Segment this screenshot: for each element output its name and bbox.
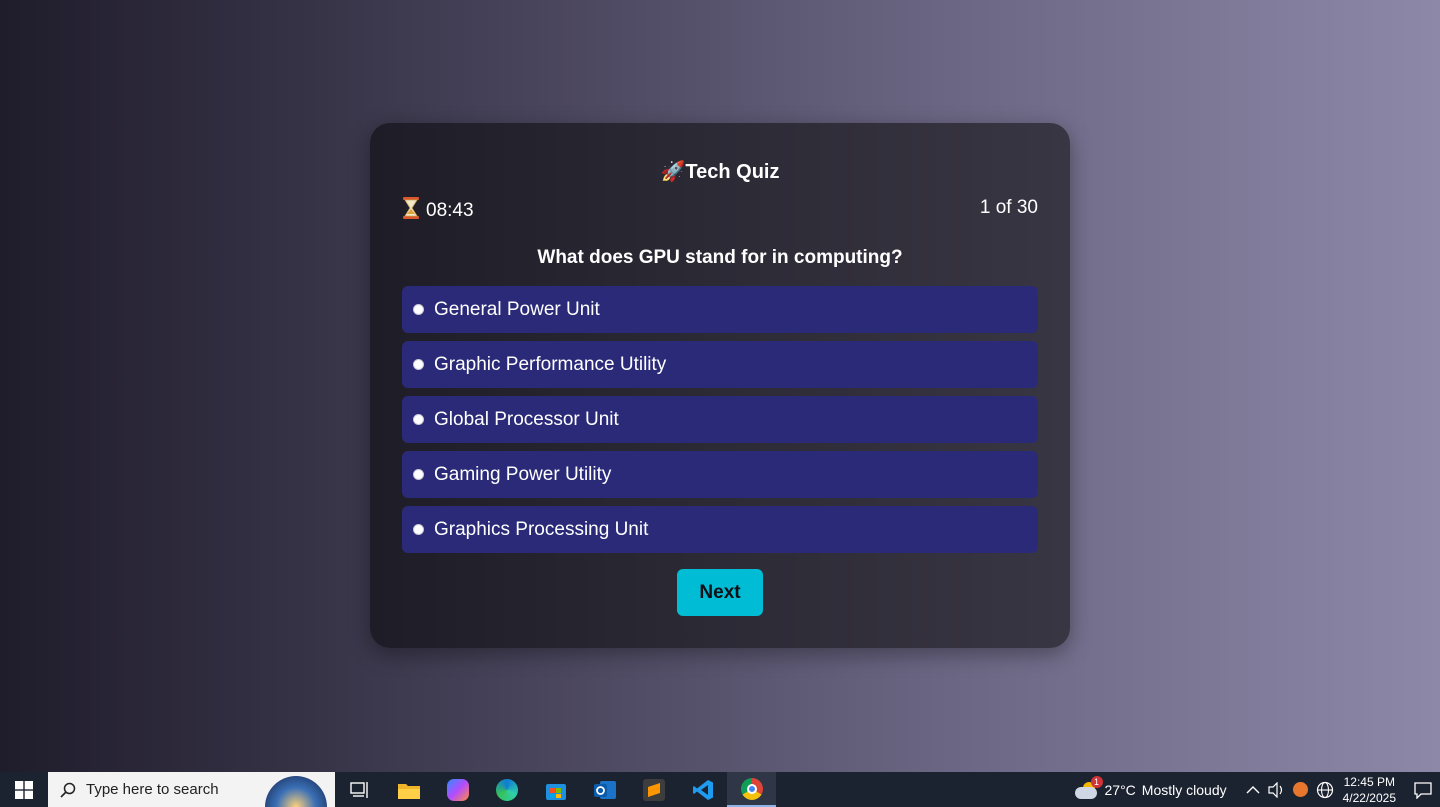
notification-icon[interactable] [1406,781,1440,799]
options-list: General Power Unit Graphic Performance U… [402,286,1038,561]
weather-badge: 1 [1090,775,1103,788]
radio-button[interactable] [413,359,424,370]
sublime-text-icon[interactable] [629,772,678,807]
timer-value: 08:43 [426,200,474,221]
option-1[interactable]: General Power Unit [402,286,1038,333]
option-4[interactable]: Gaming Power Utility [402,451,1038,498]
task-view-icon[interactable] [335,772,384,807]
taskbar-search[interactable]: Type here to search [48,772,335,807]
quiz-title-text: Tech Quiz [685,161,780,183]
option-label: Graphics Processing Unit [434,518,649,540]
clock[interactable]: 12:45 PM 4/22/2025 [1343,774,1396,806]
option-label: Graphic Performance Utility [434,353,667,375]
question-text: What does GPU stand for in computing? [537,247,903,268]
network-globe-icon[interactable] [1313,772,1337,807]
rocket-icon: 🚀 [660,161,686,183]
clock-date: 4/22/2025 [1342,790,1396,805]
clock-time: 12:45 PM [1343,774,1395,789]
radio-button[interactable] [413,524,424,535]
weather-temperature: 27°C [1104,781,1136,798]
weather-condition: Mostly cloudy [1141,781,1227,798]
chrome-icon[interactable] [727,772,776,807]
outlook-icon[interactable] [580,772,629,807]
radio-button[interactable] [413,414,424,425]
radio-button[interactable] [413,304,424,315]
search-icon [60,782,76,798]
windows-icon [15,780,33,799]
option-label: Global Processor Unit [434,408,619,430]
taskbar: Type here to search 1 27°C Mostly cloudy… [0,772,1440,807]
start-button[interactable] [0,772,48,807]
option-5[interactable]: Graphics Processing Unit [402,506,1038,553]
system-tray: 1 27°C Mostly cloudy 12:45 PM 4/22/2025 [1073,772,1440,807]
radio-button[interactable] [413,469,424,480]
next-button[interactable]: Next [677,569,763,616]
weather-widget[interactable]: 1 27°C Mostly cloudy [1073,775,1227,800]
search-placeholder: Type here to search [86,781,219,798]
partly-cloudy-icon: 1 [1073,775,1103,800]
option-2[interactable]: Graphic Performance Utility [402,341,1038,388]
store-icon[interactable] [531,772,580,807]
question-counter: 1 of 30 [979,197,1038,218]
option-label: Gaming Power Utility [434,463,612,485]
chevron-up-icon[interactable] [1241,772,1265,807]
vscode-icon[interactable] [678,772,727,807]
volume-icon[interactable] [1265,772,1289,807]
copilot-icon[interactable] [433,772,482,807]
app-tray-icon[interactable] [1289,772,1313,807]
timer: 08:43 [402,197,474,225]
quiz-title: 🚀Tech Quiz [370,159,1070,184]
option-3[interactable]: Global Processor Unit [402,396,1038,443]
search-highlight-image [265,776,327,807]
option-label: General Power Unit [434,298,600,320]
quiz-card: 🚀Tech Quiz 08:43 1 of 30 What does GPU s… [370,123,1070,648]
edge-icon[interactable] [482,772,531,807]
hourglass-icon [402,197,420,225]
file-explorer-icon[interactable] [384,772,433,807]
